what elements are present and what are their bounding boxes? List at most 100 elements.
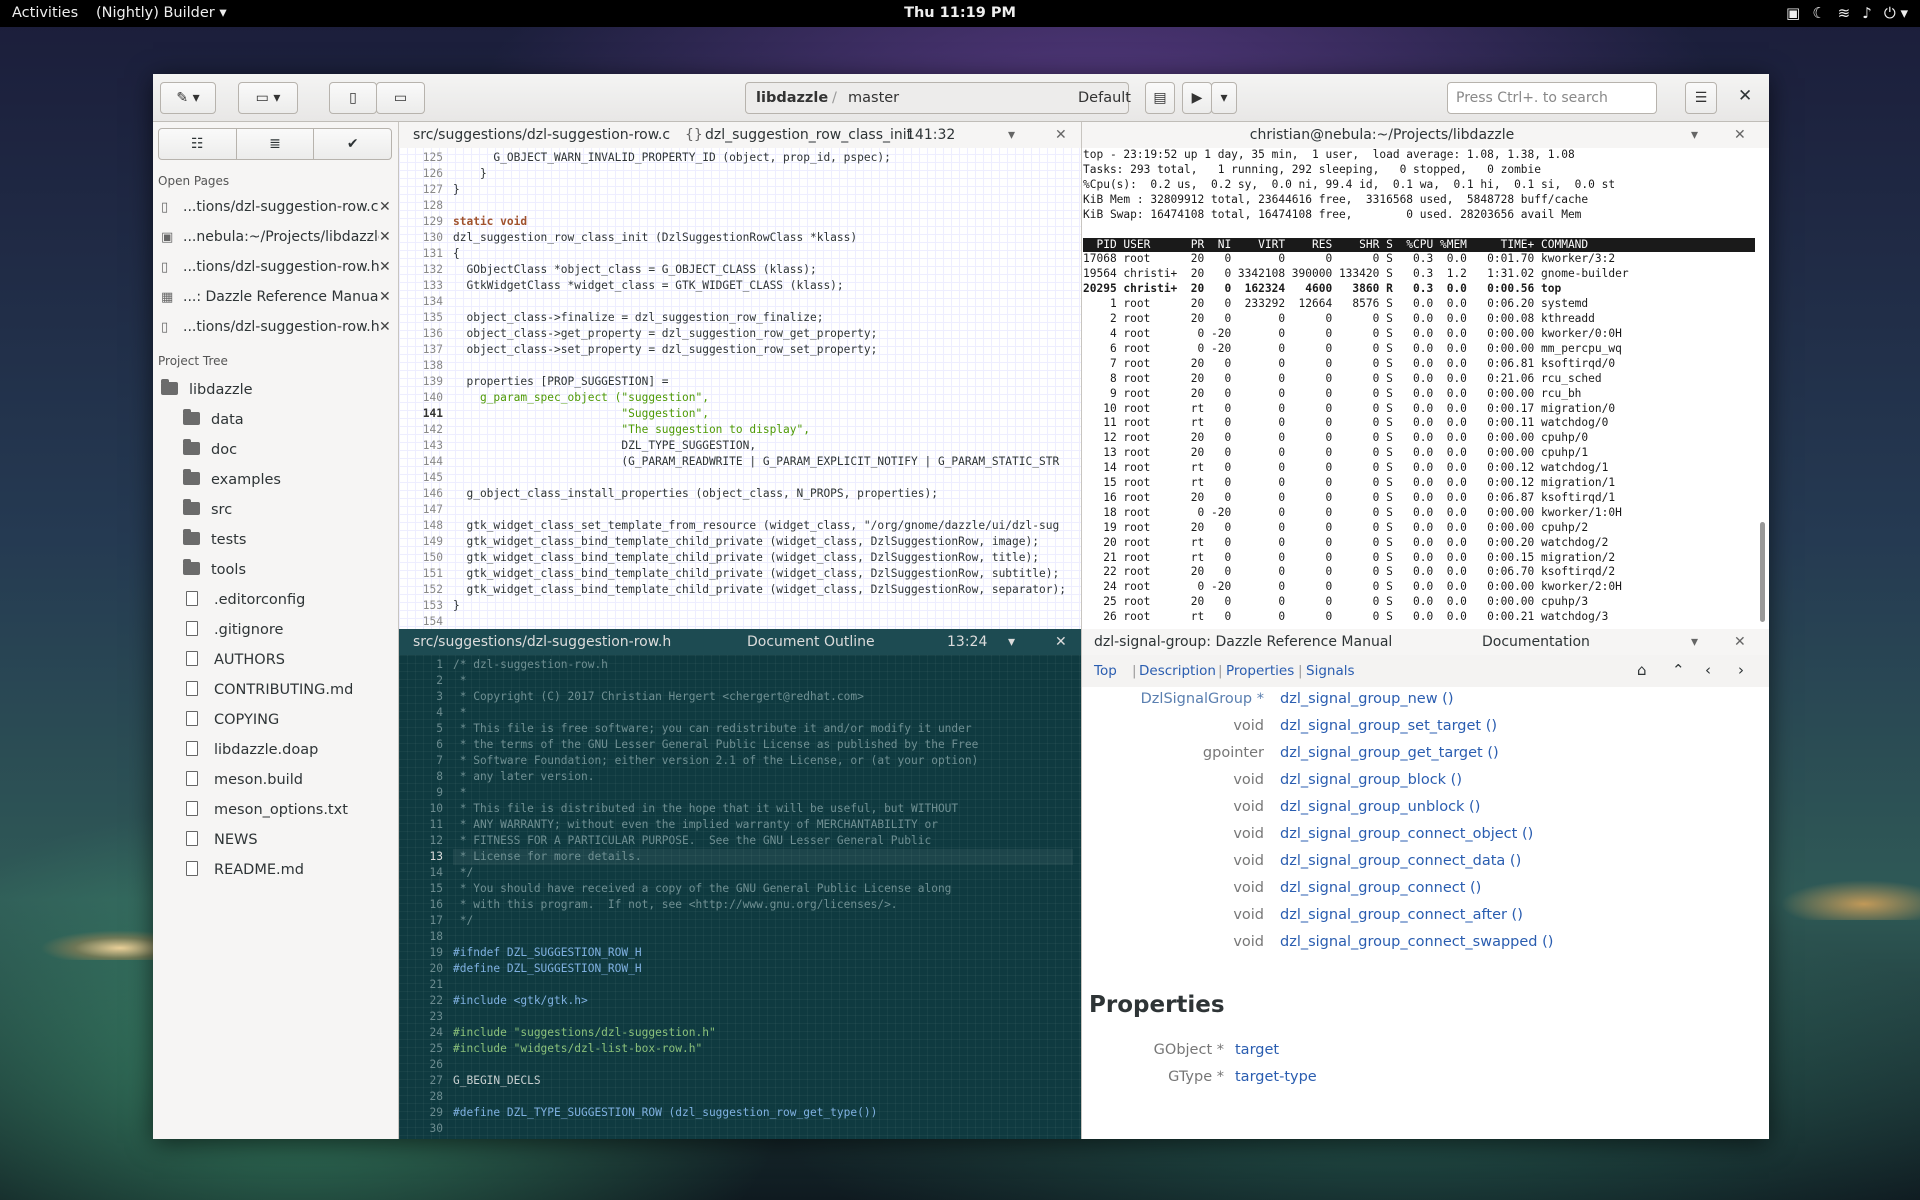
function-link[interactable]: dzl_signal_group_block () bbox=[1280, 772, 1462, 788]
editor-bottom-path[interactable]: src/suggestions/dzl-suggestion-row.h bbox=[413, 634, 671, 650]
forward-icon[interactable]: › bbox=[1738, 661, 1744, 679]
property-type: GType * bbox=[1168, 1069, 1224, 1085]
function-link[interactable]: dzl_signal_group_set_target () bbox=[1280, 718, 1497, 734]
night-light-icon[interactable]: ☾ bbox=[1812, 4, 1825, 22]
document-outline-button[interactable]: Document Outline bbox=[747, 634, 875, 650]
up-icon[interactable]: ⌃ bbox=[1672, 661, 1685, 679]
window-close-button[interactable]: ✕ bbox=[1738, 86, 1752, 106]
code-line: * Software Foundation; either version 2.… bbox=[453, 754, 979, 767]
open-page-item[interactable]: ▯ ...tions/dzl-suggestion-row.h ✕ bbox=[153, 252, 399, 282]
doc-nav-properties[interactable]: Properties bbox=[1226, 663, 1294, 679]
build-panel-button[interactable]: ▤ bbox=[1145, 82, 1175, 114]
terminal-scrollbar[interactable] bbox=[1760, 522, 1765, 622]
close-icon[interactable]: ✕ bbox=[1734, 634, 1746, 650]
function-link[interactable]: dzl_signal_group_connect_data () bbox=[1280, 853, 1521, 869]
function-link[interactable]: dzl_signal_group_connect_after () bbox=[1280, 907, 1523, 923]
tree-file[interactable]: libdazzle.doap bbox=[186, 737, 318, 763]
close-icon[interactable]: ✕ bbox=[1734, 127, 1746, 143]
close-icon[interactable]: ✕ bbox=[1055, 634, 1067, 650]
tree-folder[interactable]: tests bbox=[183, 527, 246, 553]
omni-bar[interactable]: libdazzle / master Default bbox=[745, 82, 1131, 114]
tree-file[interactable]: .gitignore bbox=[186, 617, 283, 643]
line-number: 153 bbox=[422, 599, 443, 612]
wifi-icon[interactable]: ≋ bbox=[1838, 4, 1851, 22]
list-view-button[interactable]: ☷ bbox=[159, 129, 237, 159]
open-page-item[interactable]: ▣ ...nebula:~/Projects/libdazzle ✕ bbox=[153, 222, 399, 252]
function-link[interactable]: dzl_signal_group_connect () bbox=[1280, 880, 1481, 896]
function-link[interactable]: dzl_signal_group_new () bbox=[1280, 691, 1454, 707]
doc-nav-top[interactable]: Top bbox=[1094, 663, 1117, 679]
function-link[interactable]: dzl_signal_group_unblock () bbox=[1280, 799, 1480, 815]
tree-file[interactable]: .editorconfig bbox=[186, 587, 305, 613]
new-document-button[interactable]: ▭ ▾ bbox=[238, 82, 298, 114]
tree-file[interactable]: COPYING bbox=[186, 707, 279, 733]
property-link[interactable]: target bbox=[1235, 1042, 1279, 1058]
toggle-bottom-panel-button[interactable]: ▭ bbox=[376, 82, 425, 114]
file-icon: ▯ bbox=[161, 199, 169, 215]
tree-file[interactable]: README.md bbox=[186, 857, 304, 883]
power-icon[interactable]: ⏻ ▾ bbox=[1884, 4, 1908, 22]
toggle-sidebar-button[interactable]: ▯ bbox=[329, 82, 377, 114]
chevron-down-icon[interactable]: ▾ bbox=[1008, 634, 1015, 650]
chevron-down-icon[interactable]: ▾ bbox=[1691, 127, 1698, 143]
clock[interactable]: Thu 11:19 PM bbox=[0, 5, 1920, 21]
documentation-pane[interactable]: dzl-signal-group: Dazzle Reference Manua… bbox=[1082, 629, 1769, 1139]
run-button[interactable]: ▶ bbox=[1182, 82, 1212, 114]
line-number: 4 bbox=[436, 706, 443, 719]
panel-icon: ▭ bbox=[393, 90, 408, 106]
sidebar-view-switcher[interactable]: ☷ ≣ ✔ bbox=[158, 128, 392, 160]
terminal-pane[interactable]: christian@nebula:~/Projects/libdazzle ▾ … bbox=[1082, 122, 1769, 629]
tree-root-libdazzle[interactable]: libdazzle bbox=[161, 377, 253, 403]
main-menu-button[interactable]: ☰ bbox=[1685, 82, 1717, 114]
tree-folder[interactable]: examples bbox=[183, 467, 281, 493]
tree-file[interactable]: NEWS bbox=[186, 827, 258, 853]
chevron-down-icon[interactable]: ▾ bbox=[1008, 127, 1015, 143]
tree-folder[interactable]: src bbox=[183, 497, 232, 523]
close-page-icon[interactable]: ✕ bbox=[379, 229, 399, 245]
editor-top[interactable]: src/suggestions/dzl-suggestion-row.c {} … bbox=[399, 122, 1082, 629]
home-icon[interactable]: ⌂ bbox=[1637, 661, 1647, 679]
editor-top-path[interactable]: src/suggestions/dzl-suggestion-row.c bbox=[413, 127, 670, 143]
open-page-item[interactable]: ▯ ...tions/dzl-suggestion-row.c ✕ bbox=[153, 192, 399, 222]
tree-file[interactable]: AUTHORS bbox=[186, 647, 285, 673]
code-view[interactable]: 1 /* dzl-suggestion-row.h 2 * 3 * Copyright… bbox=[399, 655, 1081, 1139]
accessibility-icon[interactable]: ▣ bbox=[1786, 4, 1800, 22]
search-input[interactable]: Press Ctrl+. to search bbox=[1447, 82, 1657, 114]
todo-view-button[interactable]: ✔ bbox=[314, 129, 391, 159]
tree-view-button[interactable]: ≣ bbox=[237, 129, 315, 159]
tree-folder[interactable]: doc bbox=[183, 437, 237, 463]
process-row: 18 root 0 -20 0 0 0 S 0.0 0.0 0:00.00 kw… bbox=[1083, 505, 1622, 519]
function-link[interactable]: dzl_signal_group_connect_swapped () bbox=[1280, 934, 1553, 950]
function-link[interactable]: dzl_signal_group_get_target () bbox=[1280, 745, 1499, 761]
tree-file[interactable]: meson_options.txt bbox=[186, 797, 348, 823]
tree-file[interactable]: CONTRIBUTING.md bbox=[186, 677, 353, 703]
open-page-item[interactable]: ▯ ...tions/dzl-suggestion-row.h ✕ bbox=[153, 312, 399, 342]
close-page-icon[interactable]: ✕ bbox=[379, 319, 399, 335]
editor-top-symbol[interactable]: dzl_suggestion_row_class_init bbox=[705, 127, 912, 143]
tree-file[interactable]: meson.build bbox=[186, 767, 303, 793]
file-icon: ▯ bbox=[161, 259, 169, 275]
code-view[interactable]: 125 G_OBJECT_WARN_INVALID_PROPERTY_ID (o… bbox=[399, 148, 1081, 629]
close-page-icon[interactable]: ✕ bbox=[379, 289, 399, 305]
close-page-icon[interactable]: ✕ bbox=[379, 259, 399, 275]
close-page-icon[interactable]: ✕ bbox=[379, 199, 399, 215]
close-icon[interactable]: ✕ bbox=[1055, 127, 1067, 143]
editor-bottom[interactable]: src/suggestions/dzl-suggestion-row.h Doc… bbox=[399, 629, 1082, 1139]
chevron-down-icon[interactable]: ▾ bbox=[1691, 634, 1698, 650]
volume-icon[interactable]: ♪ bbox=[1862, 4, 1872, 22]
tree-folder[interactable]: data bbox=[183, 407, 244, 433]
build-menu-button[interactable]: ✎ ▾ bbox=[160, 82, 216, 114]
return-type: DzlSignalGroup * bbox=[1140, 691, 1264, 707]
folder-icon bbox=[183, 499, 200, 515]
back-icon[interactable]: ‹ bbox=[1705, 661, 1711, 679]
line-number: 10 bbox=[429, 802, 443, 815]
property-link[interactable]: target-type bbox=[1235, 1069, 1317, 1085]
doc-nav-signals[interactable]: Signals bbox=[1306, 663, 1355, 679]
terminal-output[interactable]: top - 23:19:52 up 1 day, 35 min, 1 user,… bbox=[1083, 148, 1755, 629]
doc-nav-description[interactable]: Description bbox=[1139, 663, 1216, 679]
function-link[interactable]: dzl_signal_group_connect_object () bbox=[1280, 826, 1533, 842]
open-page-item[interactable]: ▦...: Dazzle Reference Manual ✕ bbox=[153, 282, 399, 312]
system-tray[interactable]: ▣ ☾ ≋ ♪ ⏻ ▾ bbox=[1786, 4, 1908, 22]
tree-folder[interactable]: tools bbox=[183, 557, 246, 583]
run-options-button[interactable]: ▾ bbox=[1211, 82, 1237, 114]
